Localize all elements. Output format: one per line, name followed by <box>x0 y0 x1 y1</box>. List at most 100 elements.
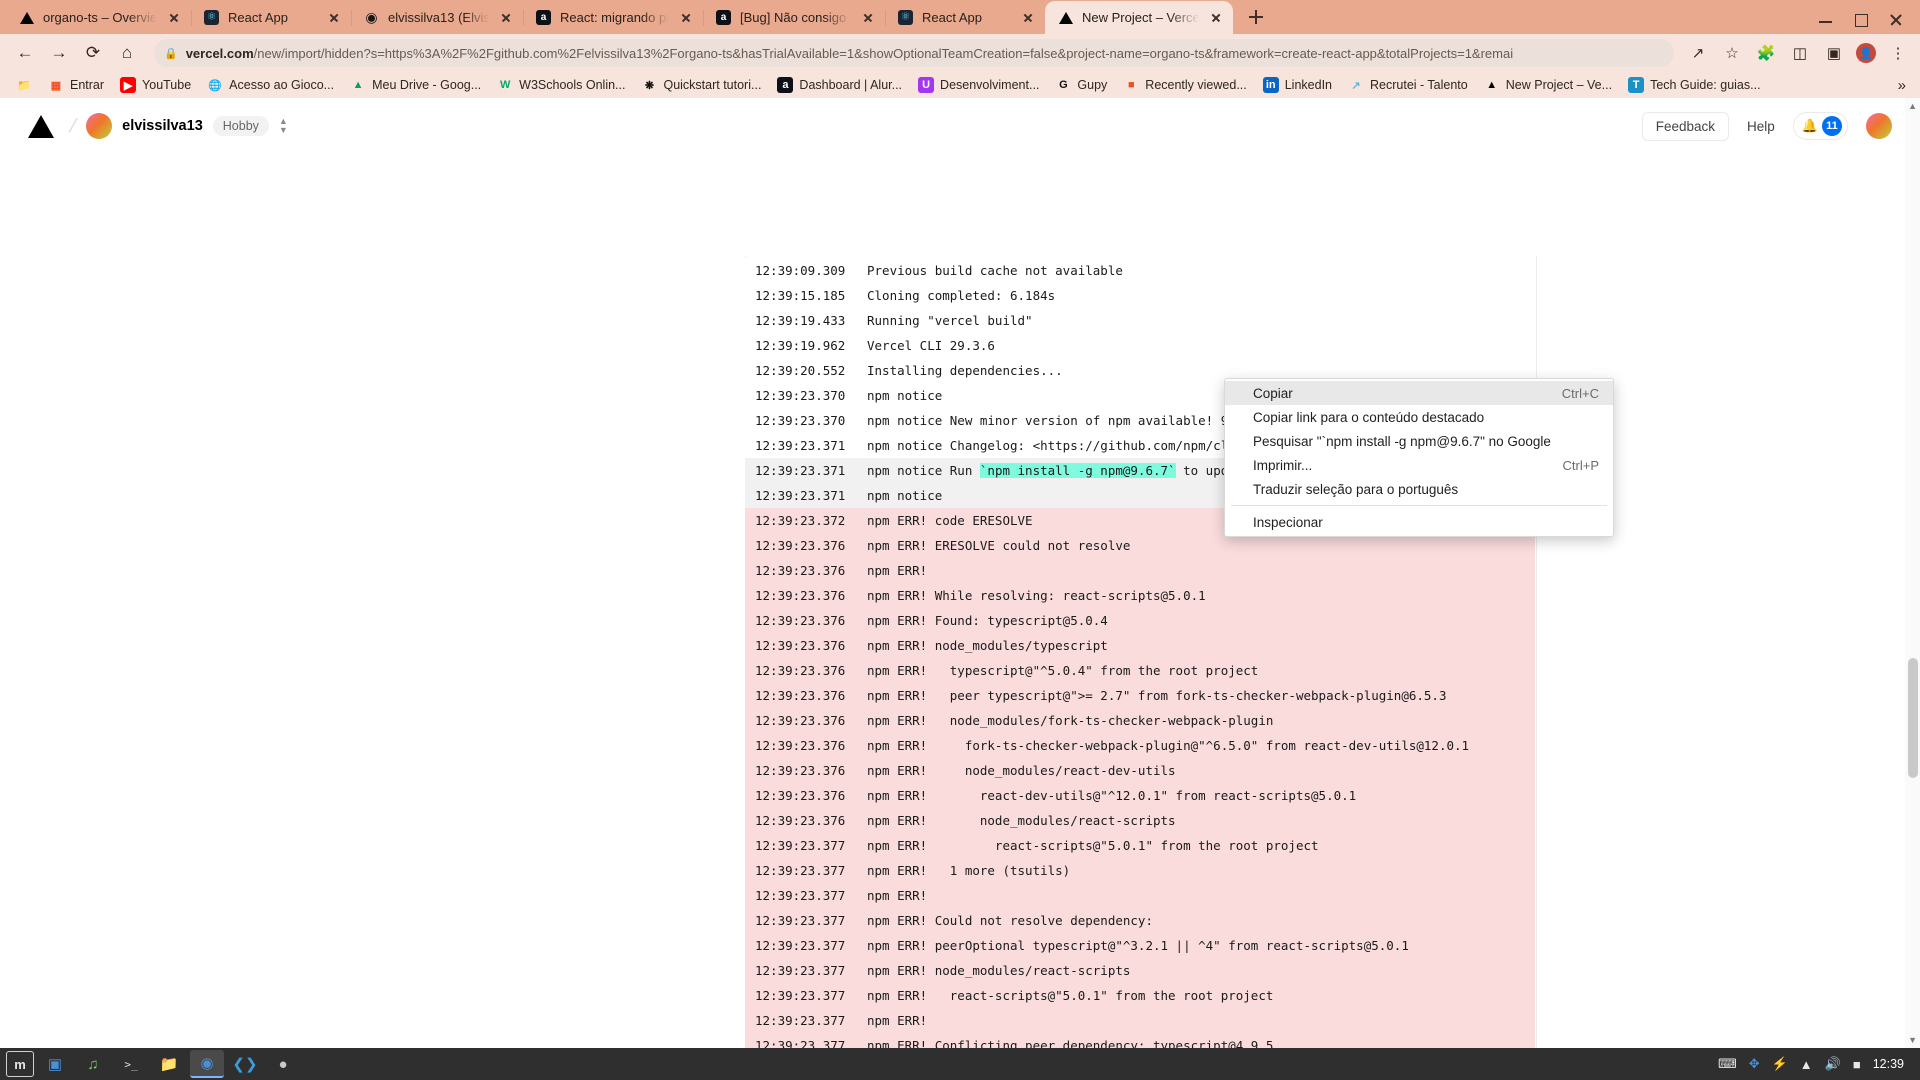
bookmark-item[interactable]: a Dashboard | Alur... <box>769 75 910 95</box>
taskbar-app-github-desktop[interactable]: ● <box>266 1050 300 1078</box>
notifications-button[interactable]: 🔔 11 <box>1792 112 1848 140</box>
browser-tab[interactable]: New Project – Vercel <box>1045 1 1233 34</box>
tab-close-icon[interactable] <box>165 9 183 27</box>
log-message: npm ERR! node_modules/fork-ts-checker-we… <box>867 713 1274 728</box>
tab-close-icon[interactable] <box>497 9 515 27</box>
window-maximize-button[interactable] <box>1854 13 1868 27</box>
help-link[interactable]: Help <box>1747 119 1775 134</box>
bookmark-item[interactable]: T Tech Guide: guias... <box>1620 75 1768 95</box>
browser-tab[interactable]: a React: migrando para TypeScri <box>523 1 703 34</box>
log-timestamp: 12:39:23.376 <box>755 763 846 778</box>
browser-tab[interactable]: ⚛ React App <box>885 1 1045 34</box>
battery-icon[interactable]: ■ <box>1853 1057 1861 1072</box>
bookmark-item[interactable]: ▦ Entrar <box>40 75 112 95</box>
log-line: 12:39:23.376 npm ERR! node_modules/react-… <box>745 808 1535 833</box>
scroll-up-arrow-icon[interactable]: ▲ <box>1908 101 1917 111</box>
tab-close-icon[interactable] <box>859 9 877 27</box>
avatar[interactable] <box>86 113 113 139</box>
tab-close-icon[interactable] <box>1207 9 1225 27</box>
bookmark-label: YouTube <box>142 78 192 92</box>
bookmark-label: Dashboard | Alur... <box>799 78 903 92</box>
bookmark-item[interactable]: ▶ YouTube <box>112 75 199 95</box>
bookmarks-bar: 📁 ▦ Entrar ▶ YouTube 🌐 Acesso ao Gioco... ▲ Meu … <box>0 72 1920 98</box>
log-line: 12:39:15.185 Cloning completed: 6.184s <box>745 283 1535 308</box>
taskbar-app-music[interactable]: ♫ <box>76 1050 110 1078</box>
network-icon[interactable]: ▲ <box>1800 1057 1813 1072</box>
tab-close-icon[interactable] <box>677 9 695 27</box>
vercel-triangle-icon[interactable] <box>28 114 54 138</box>
chevron-updown-icon[interactable]: ▲ ▼ <box>279 117 288 135</box>
home-icon[interactable]: ⌂ <box>112 38 142 68</box>
bookmark-item[interactable]: 📁 <box>8 75 40 95</box>
profile-avatar-icon[interactable]: 👤 <box>1856 43 1876 63</box>
extensions-puzzle-icon[interactable]: 🧩 <box>1754 41 1778 65</box>
bookmark-item[interactable]: ▲ Meu Drive - Goog... <box>342 75 489 95</box>
context-menu-item[interactable]: Inspecionar <box>1225 510 1613 534</box>
log-line: 12:39:23.376 npm ERR! <box>745 558 1535 583</box>
taskbar-clock[interactable]: 12:39 <box>1873 1057 1904 1071</box>
log-timestamp: 12:39:23.377 <box>755 1013 846 1028</box>
bookmarks-overflow-button[interactable]: » <box>1892 77 1912 94</box>
context-menu-item[interactable]: Pesquisar "`npm install -g npm@9.6.7" no… <box>1225 429 1613 453</box>
update-icon[interactable]: ✥ <box>1749 1056 1760 1072</box>
browser-tab[interactable]: organo-ts – Overview - Vercel <box>6 1 191 34</box>
browser-tab[interactable]: ⚛ React App <box>191 1 351 34</box>
taskbar-app-chrome[interactable]: ◉ <box>190 1050 224 1078</box>
bookmark-label: Meu Drive - Goog... <box>372 78 482 92</box>
new-tab-button[interactable] <box>1241 2 1271 32</box>
forward-icon[interactable]: → <box>44 38 74 68</box>
user-avatar-menu[interactable] <box>1866 113 1892 139</box>
window-minimize-button[interactable] <box>1819 13 1832 26</box>
bookmark-item[interactable]: ▲ New Project – Ve... <box>1476 75 1620 95</box>
globe-icon: 🌐 <box>208 79 223 92</box>
log-message: npm ERR! <box>867 1013 928 1028</box>
taskbar-app-vscode[interactable]: ❮❯ <box>228 1050 262 1078</box>
log-message: npm ERR! node_modules/react-dev-utils <box>867 763 1176 778</box>
log-right-divider <box>1536 256 1537 1048</box>
udemy-icon: U <box>918 77 935 93</box>
taskbar-app-terminal[interactable]: >_ <box>114 1050 148 1078</box>
page-scrollbar[interactable]: ▲ ▼ <box>1905 98 1920 1048</box>
bookmark-item[interactable]: ↗ Recrutei - Talento <box>1340 75 1476 95</box>
bookmark-item[interactable]: U Desenvolviment... <box>910 75 1047 95</box>
taskbar-app-show-desktop[interactable]: ▣ <box>38 1050 72 1078</box>
tab-close-icon[interactable] <box>325 9 343 27</box>
menu-kebab-icon[interactable]: ⋮ <box>1886 41 1910 65</box>
selected-text-highlight: `npm install -g npm@9.6.7` <box>979 463 1176 478</box>
tab-strip: organo-ts – Overview - Vercel ⚛ React App ◉… <box>0 0 1920 34</box>
feedback-button[interactable]: Feedback <box>1641 111 1730 141</box>
bookmark-item[interactable]: 🌐 Acesso ao Gioco... <box>199 75 342 95</box>
scope-username[interactable]: elvissilva13 <box>122 118 203 134</box>
share-icon[interactable]: ↗ <box>1686 41 1710 65</box>
split-view-icon[interactable]: ◫ <box>1788 41 1812 65</box>
back-icon[interactable]: ← <box>10 38 40 68</box>
address-bar[interactable]: 🔒 vercel.com/new/import/hidden?s=https%3… <box>154 39 1674 67</box>
window-close-button[interactable] <box>1889 13 1902 26</box>
volume-icon[interactable]: 🔊 <box>1825 1056 1841 1072</box>
reading-list-icon[interactable]: ▣ <box>1822 41 1846 65</box>
tab-title: organo-ts – Overview - Vercel <box>43 10 157 25</box>
bookmark-item[interactable]: G Gupy <box>1047 75 1115 95</box>
bookmark-item[interactable]: ■ Recently viewed... <box>1115 75 1254 95</box>
bookmark-item[interactable]: W W3Schools Onlin... <box>489 75 633 95</box>
scrollbar-thumb[interactable] <box>1908 658 1918 778</box>
tab-close-icon[interactable] <box>1019 9 1037 27</box>
context-menu-item[interactable]: Copiar link para o conteúdo destacado <box>1225 405 1613 429</box>
browser-tab[interactable]: a [Bug] Não consigo fazer o dep <box>703 1 885 34</box>
bookmark-item[interactable]: ❋ Quickstart tutori... <box>633 75 769 95</box>
log-timestamp: 12:39:23.376 <box>755 588 846 603</box>
browser-tab[interactable]: ◉ elvissilva13 (Elvis junior da silva <box>351 1 523 34</box>
bookmark-item[interactable]: in LinkedIn <box>1255 75 1340 95</box>
log-timestamp: 12:39:23.377 <box>755 988 846 1003</box>
start-menu-button[interactable]: m <box>6 1051 34 1077</box>
context-menu-item[interactable]: Traduzir seleção para o português <box>1225 477 1613 501</box>
star-icon[interactable]: ☆ <box>1720 41 1744 65</box>
reload-icon[interactable]: ⟳ <box>78 38 108 68</box>
tab-title: React: migrando para TypeScri <box>560 10 669 25</box>
context-menu-item[interactable]: Copiar Ctrl+C <box>1225 381 1613 405</box>
bluetooth-icon[interactable]: ⚡ <box>1772 1056 1788 1072</box>
keyboard-icon[interactable]: ⌨ <box>1718 1056 1737 1072</box>
scroll-down-arrow-icon[interactable]: ▼ <box>1908 1035 1917 1045</box>
taskbar-app-file-manager[interactable]: 📁 <box>152 1050 186 1078</box>
context-menu-item[interactable]: Imprimir... Ctrl+P <box>1225 453 1613 477</box>
